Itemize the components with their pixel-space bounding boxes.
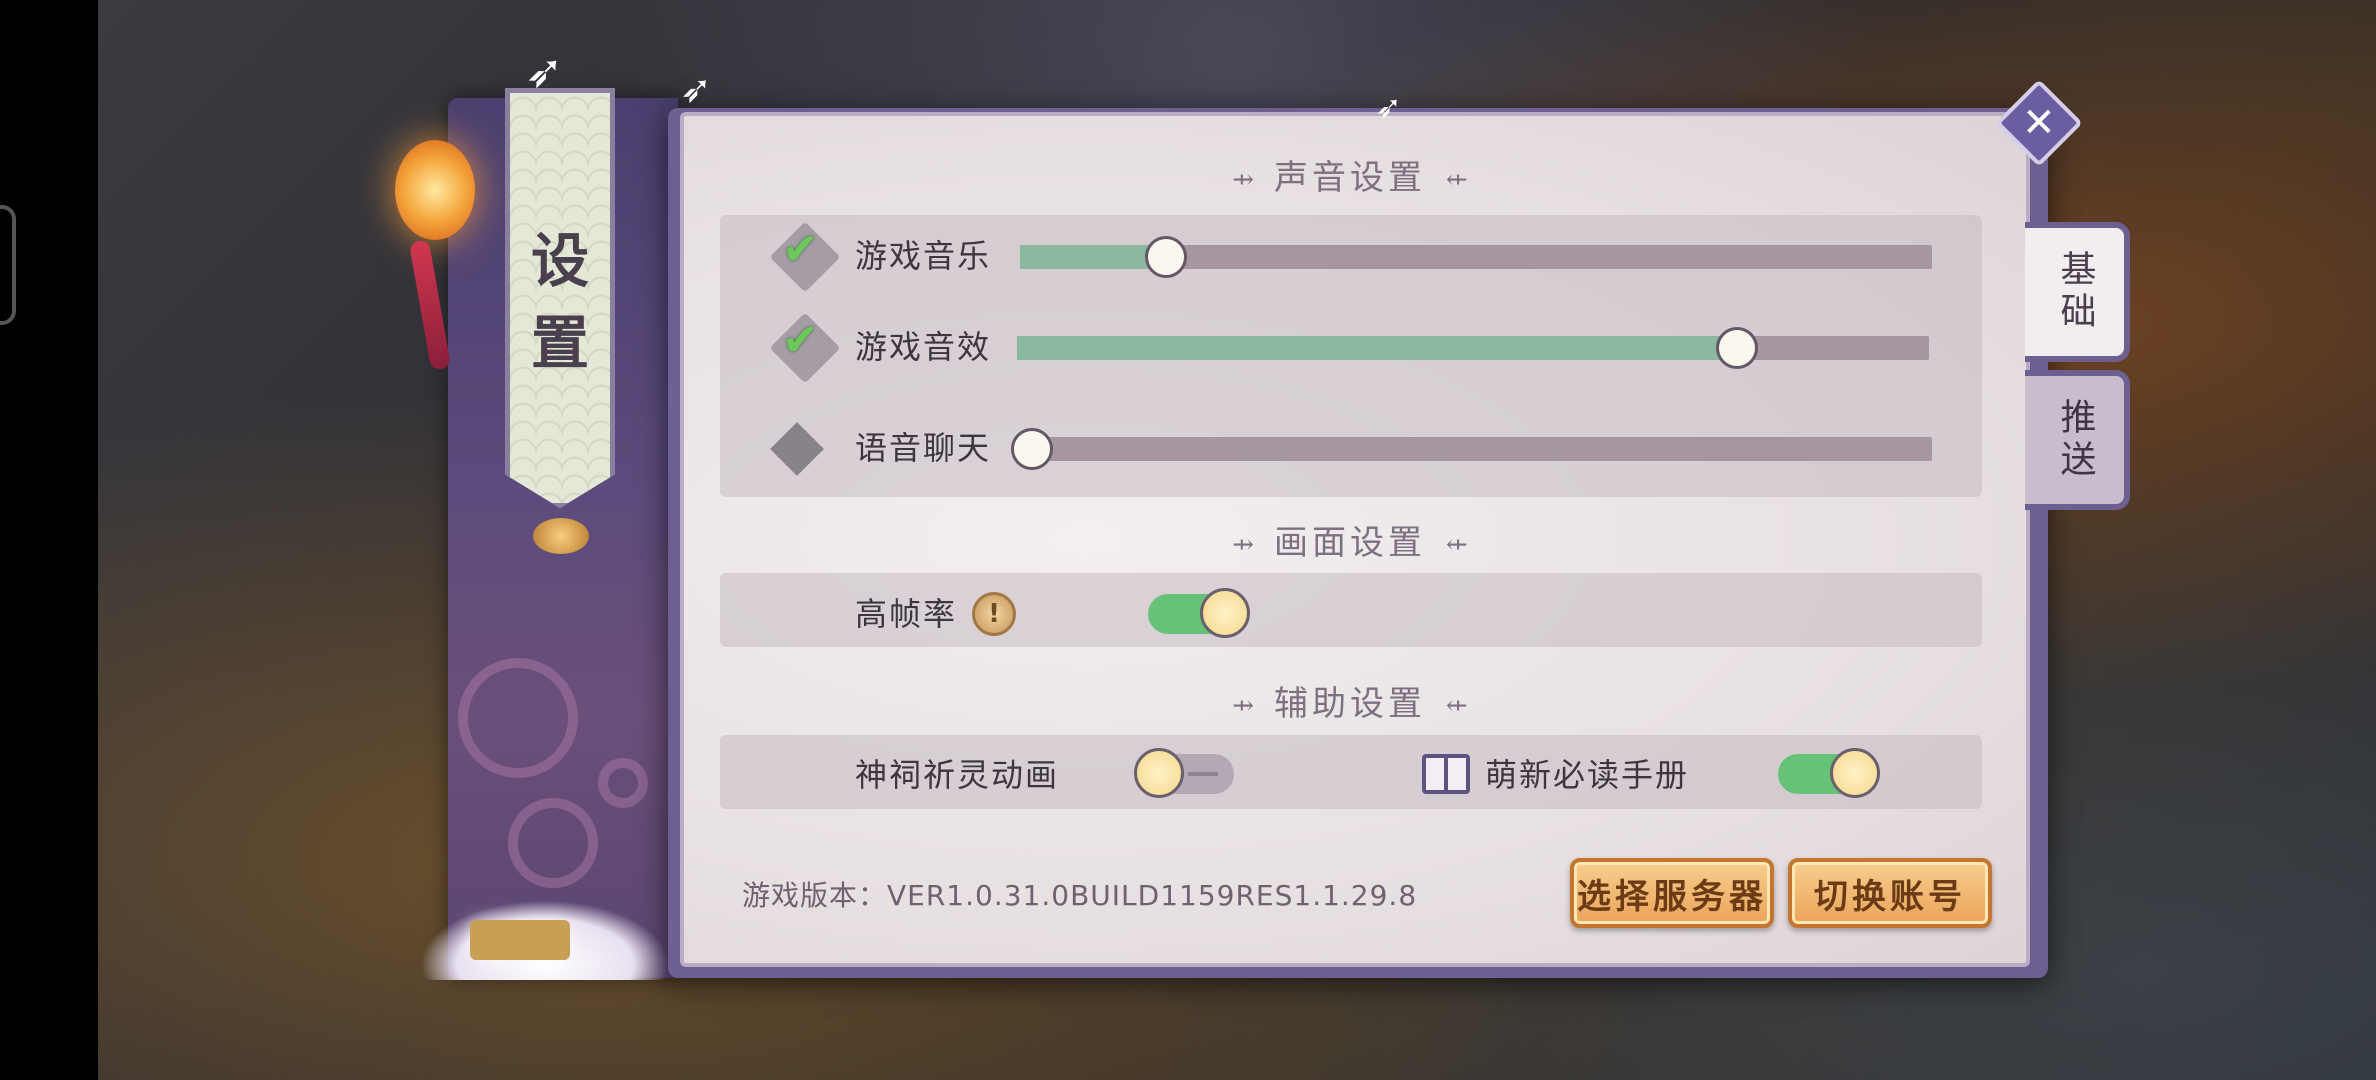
lantern-icon xyxy=(395,140,475,240)
tab-push[interactable]: 推送 xyxy=(2025,370,2130,510)
high-fps-label: 高帧率 xyxy=(855,595,958,633)
version-text: 游戏版本：VER1.0.31.0BUILD1159RES1.1.29.8 xyxy=(742,879,1418,912)
section-header-sound: ⇸ 声音设置 ⇷ xyxy=(1160,150,1540,199)
toggle-track-line xyxy=(1188,772,1218,776)
music-slider[interactable] xyxy=(1020,236,1932,278)
toggle-knob xyxy=(1134,748,1184,798)
music-slider-knob[interactable] xyxy=(1144,236,1187,278)
bird-icon: ➶ xyxy=(1375,88,1402,126)
bird-icon: ➶ xyxy=(525,44,564,98)
info-icon[interactable]: ! xyxy=(972,592,1016,636)
effects-slider[interactable] xyxy=(1017,327,1929,369)
ornament-left-icon: ⇸ xyxy=(1232,530,1254,560)
shrine-decoration xyxy=(470,920,570,960)
select-server-button[interactable]: 选择服务器 xyxy=(1570,858,1774,928)
ornament-left-icon: ⇸ xyxy=(1232,165,1254,195)
bell-icon xyxy=(533,518,589,554)
tab-basic[interactable]: 基础 xyxy=(2025,222,2130,362)
swirl-decoration xyxy=(508,798,598,888)
voice-label: 语音聊天 xyxy=(855,429,992,467)
switch-account-button[interactable]: 切换账号 xyxy=(1788,858,1992,928)
check-icon: ✔ xyxy=(782,224,819,275)
music-label: 游戏音乐 xyxy=(855,237,992,275)
section-header-display: ⇸ 画面设置 ⇷ xyxy=(1160,515,1540,564)
swirl-decoration xyxy=(458,658,578,778)
ornament-left-icon: ⇸ xyxy=(1232,691,1254,721)
book-icon xyxy=(1422,754,1470,794)
shrine-anim-label: 神祠祈灵动画 xyxy=(855,756,1060,794)
panel-title: 设置 xyxy=(530,227,589,377)
effects-label: 游戏音效 xyxy=(855,328,992,366)
voice-slider[interactable] xyxy=(1011,428,1932,470)
voice-slider-knob[interactable] xyxy=(1011,428,1053,470)
effects-slider-fill xyxy=(1017,336,1738,360)
bird-icon: ➶ xyxy=(680,67,712,111)
newbie-guide-label: 萌新必读手册 xyxy=(1485,756,1690,794)
shrine-anim-toggle[interactable] xyxy=(1134,748,1234,798)
high-fps-toggle[interactable] xyxy=(1148,588,1250,638)
side-handle[interactable] xyxy=(0,205,16,325)
ornament-right-icon: ⇷ xyxy=(1446,530,1468,560)
section-header-assist: ⇸ 辅助设置 ⇷ xyxy=(1160,676,1540,725)
swirl-decoration xyxy=(598,758,648,808)
toggle-knob xyxy=(1830,748,1880,798)
ornament-right-icon: ⇷ xyxy=(1446,165,1468,195)
ornament-right-icon: ⇷ xyxy=(1446,691,1468,721)
section-title: 声音设置 xyxy=(1274,158,1426,198)
toggle-knob xyxy=(1200,588,1250,638)
check-icon: ✔ xyxy=(782,315,819,366)
section-title: 辅助设置 xyxy=(1274,684,1426,724)
newbie-guide-toggle[interactable] xyxy=(1778,748,1880,798)
section-title: 画面设置 xyxy=(1274,523,1426,563)
close-icon: ✕ xyxy=(2022,99,2056,146)
